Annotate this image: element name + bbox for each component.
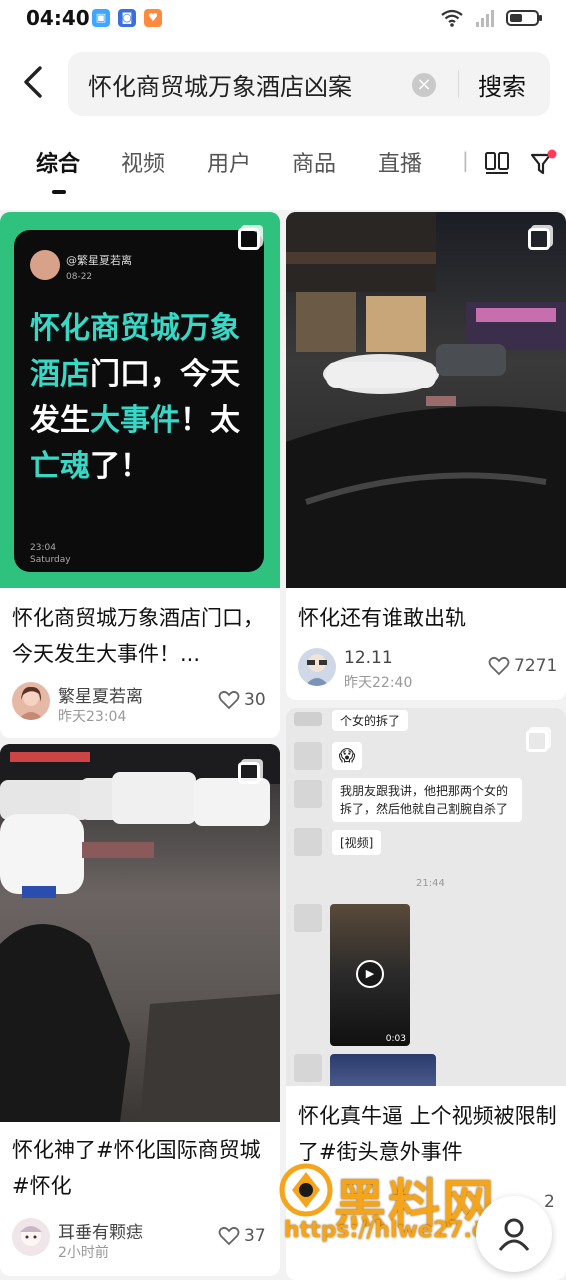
heart-icon — [218, 690, 240, 710]
result-card[interactable]: 怀化还有谁敢出轨 12.11 昨天22:40 7271 — [286, 212, 566, 700]
card-title[interactable]: 怀化神了#怀化国际商贸城 #怀化 — [12, 1132, 272, 1204]
avatar[interactable] — [12, 682, 50, 720]
status-bar: 04:40 ▣ ◙ ♥ — [0, 0, 566, 40]
video-thumbnail: ▶ 0:03 — [330, 904, 410, 1046]
image-footer: 23:04 Saturday — [30, 543, 71, 565]
floating-action-button[interactable] — [476, 1196, 552, 1272]
wifi-icon — [441, 9, 463, 27]
chat-bubble: 个女的拆了 — [332, 710, 409, 731]
author-name[interactable]: 耳垂有颗痣 — [58, 1218, 143, 1243]
card-thumbnail[interactable] — [0, 744, 280, 1122]
post-time: 2小时前 — [58, 1245, 109, 1261]
app-notification-icon-3: ♥ — [144, 9, 162, 27]
parking-lot-photo — [0, 744, 280, 1122]
emoji-bubble: 😱 — [332, 742, 362, 770]
search-input[interactable]: 怀化商贸城万象酒店凶案 × 搜索 — [68, 52, 550, 116]
chat-bubble: 我朋友跟我讲，他把那两个女的拆了，然后他就自己割腕自杀了 — [332, 778, 522, 822]
user-switch-icon — [498, 1218, 530, 1251]
multi-image-icon — [528, 228, 550, 250]
author-name[interactable]: 繁星夏若离 — [58, 682, 143, 707]
battery-icon — [506, 10, 542, 26]
author-name[interactable]: 12.11 — [344, 648, 393, 668]
multi-image-icon — [526, 730, 548, 752]
tab-video[interactable]: 视频 — [121, 146, 165, 178]
image-date: 08-22 — [66, 272, 93, 282]
avatar[interactable] — [298, 648, 336, 686]
app-notification-icon-1: ▣ — [92, 9, 110, 27]
like-count[interactable]: 7271 — [488, 656, 557, 676]
tab-overflow-fade: | — [462, 148, 469, 172]
active-tab-indicator — [52, 190, 66, 194]
tab-users[interactable]: 用户 — [207, 146, 251, 178]
status-time: 04:40 — [26, 6, 90, 30]
heart-icon — [218, 1226, 240, 1246]
screenshot-image: @繁星夏若离 08-22 怀化商贸城万象酒店门口，今天发生大事件！太亡魂了！ 2… — [14, 230, 264, 572]
like-count[interactable]: 37 — [218, 1226, 266, 1246]
multi-image-icon — [238, 228, 260, 250]
result-tabs: 综合 视频 用户 商品 直播 | — [0, 128, 566, 210]
play-icon: ▶ — [356, 960, 384, 988]
tab-products[interactable]: 商品 — [292, 146, 336, 178]
video-thumbnail — [330, 1054, 436, 1086]
tab-all[interactable]: 综合 — [36, 146, 80, 178]
card-title[interactable]: 怀化商贸城万象酒店门口，今天发生大事件！... — [12, 600, 272, 672]
post-time: 昨天22:40 — [344, 675, 413, 691]
layout-toggle-icon[interactable] — [484, 150, 510, 176]
watermark-logo-icon — [279, 1163, 333, 1217]
search-header: 怀化商贸城万象酒店凶案 × 搜索 — [0, 40, 566, 128]
chat-bubble: [视频] — [332, 830, 382, 855]
tab-live[interactable]: 直播 — [378, 146, 422, 178]
image-headline: 怀化商贸城万象酒店门口，今天发生大事件！太亡魂了！ — [30, 311, 240, 484]
filter-icon[interactable] — [528, 148, 558, 178]
search-divider — [458, 70, 459, 98]
night-street-photo — [286, 212, 566, 588]
card-title[interactable]: 怀化还有谁敢出轨 — [298, 600, 558, 636]
result-card[interactable]: @繁星夏若离 08-22 怀化商贸城万象酒店门口，今天发生大事件！太亡魂了！ 2… — [0, 212, 280, 738]
status-indicators — [440, 8, 544, 28]
search-query[interactable]: 怀化商贸城万象酒店凶案 — [88, 67, 352, 102]
video-duration: 0:03 — [385, 1034, 406, 1044]
result-card[interactable]: 怀化神了#怀化国际商贸城 #怀化 耳垂有颗痣 2小时前 37 — [0, 744, 280, 1276]
like-count[interactable]: 30 — [218, 690, 266, 710]
image-handle: @繁星夏若离 — [66, 254, 132, 267]
back-arrow-icon[interactable] — [14, 62, 54, 102]
card-thumbnail[interactable] — [286, 212, 566, 588]
multi-image-icon — [238, 762, 260, 784]
chat-time: 21:44 — [416, 878, 445, 889]
card-thumbnail[interactable]: @繁星夏若离 08-22 怀化商贸城万象酒店门口，今天发生大事件！太亡魂了！ 2… — [0, 212, 280, 588]
clear-search-icon[interactable]: × — [412, 73, 436, 97]
post-time: 昨天23:04 — [58, 709, 127, 725]
card-thumbnail[interactable]: 个女的拆了 😱 我朋友跟我讲，他把那两个女的拆了，然后他就自己割腕自杀了 [视频… — [286, 708, 566, 1086]
avatar — [30, 250, 60, 280]
signal-icon — [476, 10, 494, 27]
search-button[interactable]: 搜索 — [478, 67, 526, 102]
app-notification-icon-2: ◙ — [118, 9, 136, 27]
heart-icon — [488, 656, 510, 676]
avatar[interactable] — [12, 1218, 50, 1256]
